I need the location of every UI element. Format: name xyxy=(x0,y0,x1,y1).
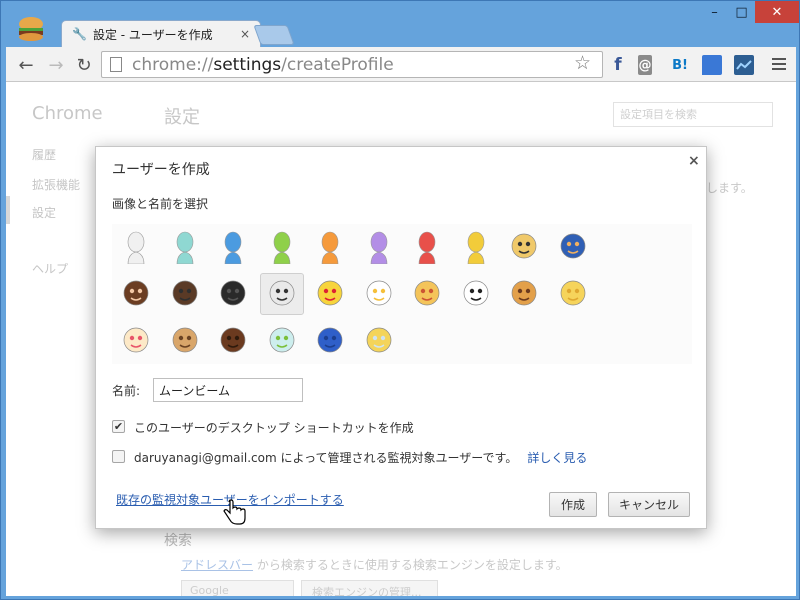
supervised-row: daruyanagi@gmail.com によって管理される監視対象ユーザーです… xyxy=(134,449,587,466)
sidebar-item-settings[interactable]: 設定 xyxy=(32,204,56,221)
avatar-green-icon[interactable] xyxy=(260,226,304,268)
name-field[interactable] xyxy=(153,378,303,402)
name-label: 名前: xyxy=(112,384,141,398)
avatar-cupcake-icon[interactable] xyxy=(114,320,158,362)
avatar-red-icon[interactable] xyxy=(405,226,449,268)
avatar-horse-icon[interactable] xyxy=(211,320,255,362)
avatar-sun-cloud-icon[interactable] xyxy=(357,320,401,362)
avatar-purple-icon[interactable] xyxy=(357,226,401,268)
shortcut-checkbox[interactable]: ✔ xyxy=(112,420,125,433)
hatena-bookmark-icon[interactable]: B! xyxy=(670,55,690,75)
sidebar-item-extensions[interactable]: 拡張機能 xyxy=(32,176,80,193)
back-button[interactable]: ← xyxy=(14,53,38,77)
browser-window: 🔧 設定 - ユーザーを作成 × – □ ✕ ← → ↻ chrome://se… xyxy=(0,0,800,600)
dialog-title: ユーザーを作成 xyxy=(112,162,210,178)
background-text: します。 xyxy=(706,181,753,195)
dialog-subtitle: 画像と名前を選択 xyxy=(112,197,209,211)
page-icon xyxy=(110,57,122,72)
profile-avatar-burger-icon[interactable] xyxy=(17,15,45,43)
create-user-dialog: ユーザーを作成 × 画像と名前を選択 名前: ✔ このユーザーのデスクトップ シ… xyxy=(95,146,707,529)
url-host: settings xyxy=(213,54,282,75)
avatar-awesome-icon[interactable] xyxy=(308,273,352,315)
search-engine-select[interactable]: Google xyxy=(181,580,294,596)
address-bar[interactable]: chrome://settings/createProfile xyxy=(101,51,603,78)
title-bar: 🔧 設定 - ユーザーを作成 × – □ ✕ xyxy=(1,1,800,47)
avatar-soccer-icon[interactable] xyxy=(454,273,498,315)
manage-search-engines-button[interactable]: 検索エンジンの管理... xyxy=(301,580,438,596)
settings-search-input[interactable]: 設定項目を検索 xyxy=(613,102,773,127)
screenshot-icon[interactable] xyxy=(734,55,754,75)
avatar-superhero-icon[interactable] xyxy=(551,226,595,268)
avatar-blue-icon[interactable] xyxy=(211,226,255,268)
minimize-button[interactable]: – xyxy=(701,1,728,23)
avatar-cat-icon[interactable] xyxy=(551,273,595,315)
avatar-orange-icon[interactable] xyxy=(308,226,352,268)
search-section-title: 検索 xyxy=(164,533,192,549)
chat-icon[interactable] xyxy=(702,55,722,75)
forward-button[interactable]: → xyxy=(44,53,68,77)
brand-title: Chrome xyxy=(32,103,103,124)
url-path: /createProfile xyxy=(281,54,394,75)
avatar-businessman-icon[interactable] xyxy=(163,273,207,315)
omnibox-link[interactable]: アドレスバー xyxy=(181,558,253,572)
page-title: 設定 xyxy=(164,107,200,128)
avatar-pizza-icon[interactable] xyxy=(405,273,449,315)
avatar-ninja-icon[interactable] xyxy=(211,273,255,315)
sidebar-item-history[interactable]: 履歴 xyxy=(32,146,56,163)
supervised-label: daruyanagi@gmail.com によって管理される監視対象ユーザーです… xyxy=(134,451,518,465)
avatar-grid xyxy=(112,224,692,364)
facebook-icon[interactable]: f xyxy=(608,55,628,75)
bookmark-star-icon[interactable]: ☆ xyxy=(574,52,591,74)
avatar-burger-icon[interactable] xyxy=(502,273,546,315)
search-description: アドレスバー から検索するときに使用する検索エンジンを設定します。 xyxy=(181,556,568,573)
avatar-margarita-icon[interactable] xyxy=(260,320,304,362)
create-button[interactable]: 作成 xyxy=(549,492,597,517)
supervised-checkbox[interactable] xyxy=(112,450,125,463)
url-scheme: chrome:// xyxy=(132,54,214,75)
dialog-close-icon[interactable]: × xyxy=(688,153,700,169)
shortcut-label: このユーザーのデスクトップ ショートカットを作成 xyxy=(134,421,414,435)
avatar-yellow-icon[interactable] xyxy=(454,226,498,268)
search-description-text: から検索するときに使用する検索エンジンを設定します。 xyxy=(253,558,568,572)
maximize-button[interactable]: □ xyxy=(728,1,755,23)
avatar-white-icon[interactable] xyxy=(114,226,158,268)
avatar-teal-icon[interactable] xyxy=(163,226,207,268)
chrome-menu-icon[interactable] xyxy=(770,54,788,74)
avatar-note-icon[interactable] xyxy=(308,320,352,362)
cancel-button[interactable]: キャンセル xyxy=(608,492,690,517)
tab-title: 設定 - ユーザーを作成 xyxy=(92,27,213,42)
avatar-dog-icon[interactable] xyxy=(163,320,207,362)
hand-cursor-icon xyxy=(223,499,246,525)
reload-button[interactable]: ↻ xyxy=(72,53,96,77)
sidebar-selection-marker xyxy=(6,196,10,224)
avatar-secret-agent-icon[interactable] xyxy=(502,226,546,268)
avatar-alien-icon[interactable] xyxy=(259,273,304,315)
new-tab-button[interactable] xyxy=(253,25,295,45)
tab-settings[interactable]: 🔧 設定 - ユーザーを作成 × xyxy=(61,20,261,47)
close-window-button[interactable]: ✕ xyxy=(755,1,799,23)
avatar-flower-icon[interactable] xyxy=(357,273,401,315)
evernote-icon[interactable]: @ xyxy=(638,55,652,75)
sidebar-item-help[interactable]: ヘルプ xyxy=(32,260,68,277)
tab-close-icon[interactable]: × xyxy=(240,27,250,41)
toolbar: ← → ↻ chrome://settings/createProfile ☆ … xyxy=(6,47,796,82)
avatar-volleyball-icon[interactable] xyxy=(114,273,158,315)
learn-more-link[interactable]: 詳しく見る xyxy=(527,451,587,465)
wrench-icon: 🔧 xyxy=(72,27,87,41)
